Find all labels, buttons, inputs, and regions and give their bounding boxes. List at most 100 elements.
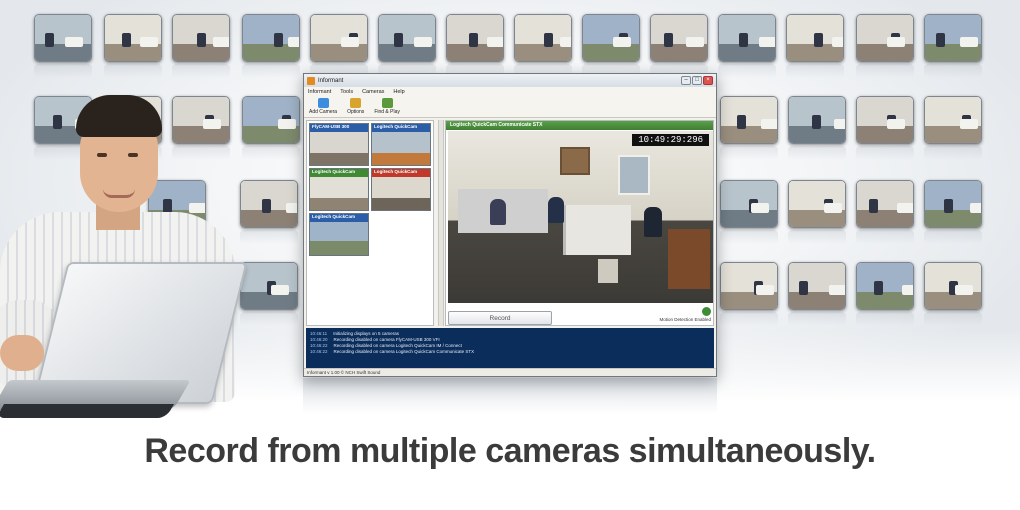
thumbnail-reflection xyxy=(856,64,914,78)
camera-thumbnail xyxy=(924,14,982,62)
log-text: Recording disabled on camera FlyCAM-USB … xyxy=(333,337,440,342)
camera-label: FlyCAM-USB 300 xyxy=(310,124,368,132)
thumbnail-reflection xyxy=(924,146,982,160)
office-worker xyxy=(548,197,564,223)
camera-thumbnail xyxy=(788,180,846,228)
log-time: 10:46:11 xyxy=(310,331,328,336)
laptop-edge xyxy=(0,404,175,418)
event-log[interactable]: 10:46:11 Initializing displays on 5 camer… xyxy=(306,328,714,368)
tagline: Record from multiple cameras simultaneou… xyxy=(144,432,876,470)
status-bar: Informant v 1.00 © NCH Swift Sound xyxy=(304,368,716,376)
pane-splitter[interactable] xyxy=(438,120,444,326)
log-text: Recording disabled on camera Logitech Qu… xyxy=(333,349,475,354)
thumbnail-reflection xyxy=(856,146,914,160)
camera-tile[interactable]: Logitech QuickCam xyxy=(371,168,431,211)
add-camera-label: Add Camera xyxy=(309,109,338,115)
camera-thumbnail xyxy=(856,262,914,310)
thumbnail-reflection xyxy=(856,312,914,326)
thumbnail-reflection xyxy=(240,312,298,326)
thumbnail-reflection xyxy=(104,64,162,78)
camera-thumbnail xyxy=(446,14,504,62)
live-video-frame: 10:49:29:296 xyxy=(448,131,713,303)
wall-picture xyxy=(560,147,590,175)
camera-tile[interactable]: FlyCAM-USB 300 xyxy=(309,123,369,166)
thumbnail-reflection xyxy=(720,230,778,244)
camera-preview xyxy=(310,132,368,165)
record-row: Record Motion Detection Enabled xyxy=(448,307,713,326)
camera-thumbnail xyxy=(378,14,436,62)
camera-thumbnail xyxy=(924,96,982,144)
thumbnail-reflection xyxy=(172,64,230,78)
find-play-button[interactable]: Find & Play xyxy=(374,98,400,117)
camera-thumbnail xyxy=(718,14,776,62)
log-line: 10:46:22 Recording disabled on camera Log… xyxy=(310,349,710,355)
options-label: Options xyxy=(347,109,365,115)
motion-detection-icon xyxy=(702,307,711,316)
camera-viewer: Logitech QuickCam Communicate STX 10:49:… xyxy=(445,120,714,326)
record-button[interactable]: Record xyxy=(448,311,552,325)
menu-cameras[interactable]: Cameras xyxy=(362,89,384,95)
motion-detection-status: Motion Detection Enabled xyxy=(659,317,711,322)
camera-preview xyxy=(310,177,368,210)
minimize-button[interactable]: – xyxy=(681,76,691,85)
toolbar: Add Camera Options Find & Play xyxy=(304,96,716,118)
menu-help[interactable]: Help xyxy=(393,89,404,95)
options-button[interactable]: Options xyxy=(347,98,364,117)
camera-thumbnail xyxy=(720,262,778,310)
person-eye xyxy=(97,153,107,157)
thumbnail-reflection xyxy=(242,146,300,160)
thumbnail-reflection xyxy=(924,230,982,244)
window-title: Informant xyxy=(318,77,344,84)
camera-thumbnail xyxy=(172,96,230,144)
cubicle-partition xyxy=(563,205,631,255)
camera-label: Logitech QuickCam xyxy=(372,124,430,132)
video-timestamp: 10:49:29:296 xyxy=(632,134,709,146)
close-button[interactable]: × xyxy=(703,76,713,85)
camera-thumbnail xyxy=(720,180,778,228)
camera-thumbnail xyxy=(34,14,92,62)
camera-thumbnail xyxy=(856,14,914,62)
camera-thumbnail xyxy=(172,14,230,62)
office-worker xyxy=(644,207,662,237)
thumbnail-reflection xyxy=(34,64,92,78)
viewer-header: Logitech QuickCam Communicate STX xyxy=(446,121,713,130)
camera-tile[interactable]: Logitech QuickCam xyxy=(309,168,369,211)
camera-thumbnail xyxy=(856,96,914,144)
cabinet xyxy=(668,229,710,289)
camera-preview xyxy=(372,177,430,210)
camera-thumbnail xyxy=(242,14,300,62)
thumbnail-reflection xyxy=(924,312,982,326)
app-icon xyxy=(307,76,315,85)
menu-tools[interactable]: Tools xyxy=(340,89,353,95)
camera-thumbnail xyxy=(310,14,368,62)
camera-tile[interactable]: Logitech QuickCam xyxy=(309,213,369,256)
camera-thumbnail xyxy=(788,262,846,310)
person-eye xyxy=(128,153,138,157)
add-camera-button[interactable]: Add Camera xyxy=(309,98,337,117)
informant-window: Informant – □ × Informant Tools Cameras … xyxy=(303,73,717,377)
find-play-label: Find & Play xyxy=(374,109,400,115)
log-text: Recording disabled on camera Logitech Qu… xyxy=(333,343,462,348)
person-smile xyxy=(103,189,135,198)
thumbnail-reflection xyxy=(856,230,914,244)
person-hand xyxy=(0,335,44,371)
log-time: 10:46:20 xyxy=(310,337,328,342)
thumbnail-reflection xyxy=(242,64,300,78)
find-play-icon xyxy=(381,98,393,108)
thumbnail-reflection xyxy=(788,230,846,244)
add-camera-icon xyxy=(317,98,329,108)
camera-preview xyxy=(372,132,430,165)
thumbnail-reflection xyxy=(172,146,230,160)
thumbnail-reflection xyxy=(924,64,982,78)
menu-informant[interactable]: Informant xyxy=(308,89,331,95)
thumbnail-reflection xyxy=(720,146,778,160)
trash-bin xyxy=(598,259,618,283)
window-reflection xyxy=(303,378,717,414)
camera-thumbnail xyxy=(104,14,162,62)
title-bar: Informant – □ × xyxy=(304,74,716,87)
camera-thumbnail xyxy=(650,14,708,62)
camera-thumbnail xyxy=(242,96,300,144)
camera-tile[interactable]: Logitech QuickCam xyxy=(371,123,431,166)
maximize-button[interactable]: □ xyxy=(692,76,702,85)
office-worker xyxy=(490,199,506,225)
